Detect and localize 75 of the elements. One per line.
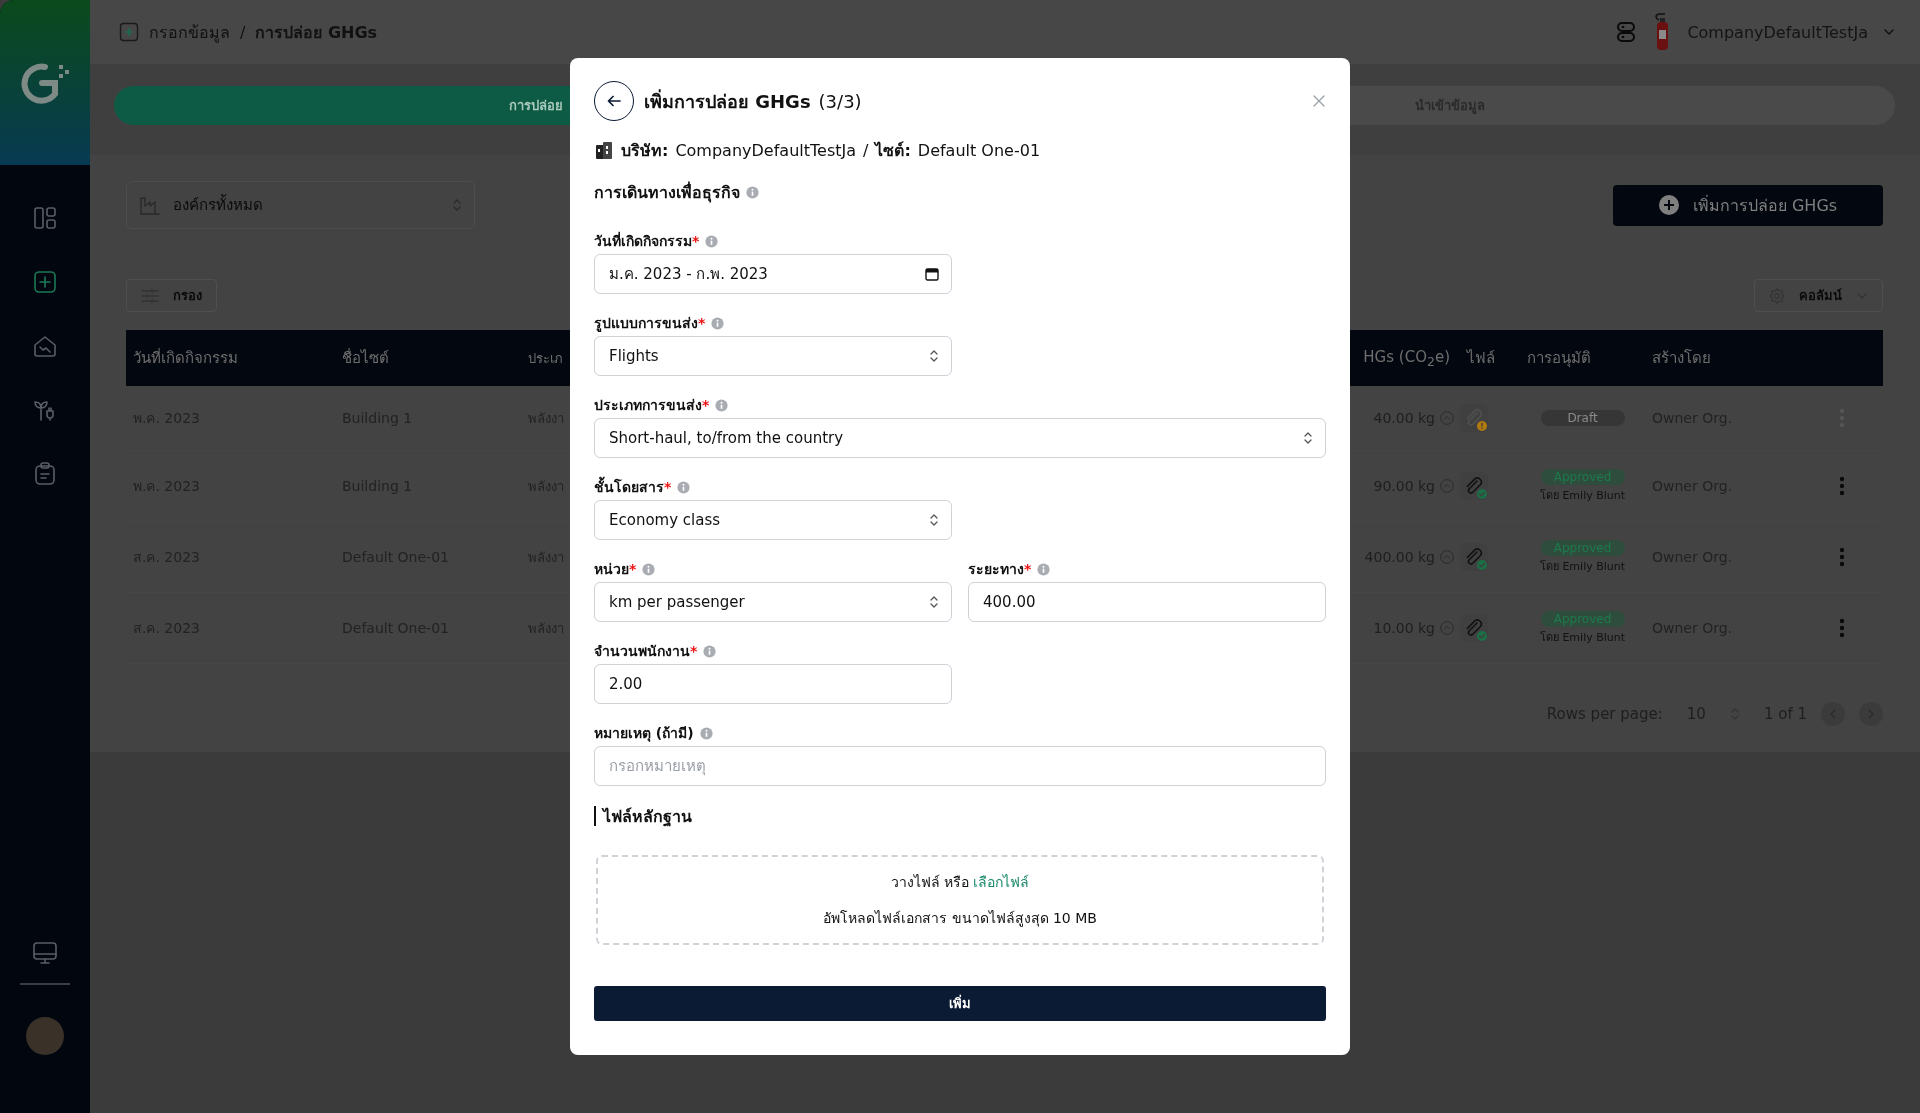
- separator-text: /: [863, 140, 869, 160]
- field-label: วันที่เกิดกิจกรรม*: [594, 230, 700, 251]
- more-icon[interactable]: [1838, 547, 1845, 567]
- back-button[interactable]: [594, 81, 634, 121]
- drop-text: วางไฟล์ หรือ เลือกไฟล์: [890, 873, 1030, 892]
- clipboard-icon[interactable]: [32, 461, 58, 487]
- field-label: หมายเหตุ (ถ้ามี): [594, 724, 694, 744]
- column-header: ประเภ: [527, 349, 564, 368]
- info-icon: [699, 726, 713, 740]
- company-name: CompanyDefaultTestJa: [675, 140, 856, 160]
- info-icon: [711, 316, 725, 330]
- column-header: การอนุมัติ: [1526, 348, 1592, 370]
- building-icon: [594, 140, 614, 160]
- field-label: ประเภทการขนส่ง*: [594, 396, 710, 415]
- field-label: หน่วย*: [594, 560, 637, 579]
- section-title: ไฟล์หลักฐาน: [594, 806, 1326, 826]
- input-field[interactable]: กรอกหมายเหตุ: [594, 746, 1326, 786]
- select-field[interactable]: Short-haul, to/from the country: [594, 418, 1326, 458]
- upload-hint: อัพโหลดไฟล์เอกสาร ขนาดไฟล์สูงสุด 10 MB: [823, 909, 1097, 929]
- field-label: ชั้นโดยสาร*: [594, 476, 672, 498]
- add-icon: [119, 22, 139, 42]
- more-icon[interactable]: [1838, 618, 1845, 638]
- arrow-left-icon: [606, 93, 622, 109]
- site-label: ไซต์:: [875, 139, 911, 162]
- column-header: ไฟล์: [1465, 348, 1496, 369]
- avatar[interactable]: [26, 1017, 64, 1055]
- browse-file-link[interactable]: เลือกไฟล์: [973, 874, 1030, 890]
- close-button[interactable]: [1312, 94, 1326, 108]
- field-label: ระยะทาง*: [968, 560, 1032, 579]
- info-icon: [705, 234, 719, 248]
- chevron-up-down-icon: [929, 349, 939, 363]
- date-field[interactable]: ม.ค. 2023 - ก.พ. 2023: [594, 254, 952, 294]
- add-icon[interactable]: [32, 269, 58, 295]
- close-icon: [1312, 94, 1326, 108]
- chevron-up-down-icon: [452, 198, 462, 212]
- add-emission-button[interactable]: เพิ่มการปล่อย GHGs: [1613, 184, 1883, 226]
- chevron-up-down-icon: [929, 513, 939, 527]
- breadcrumb-separator: /: [240, 22, 246, 42]
- select-field[interactable]: Flights: [594, 336, 952, 376]
- input-field[interactable]: 2.00: [594, 664, 952, 704]
- dashboard-icon[interactable]: [32, 205, 58, 231]
- select-field[interactable]: Economy class: [594, 500, 952, 540]
- chevron-up-down-icon: [929, 595, 939, 609]
- info-icon: [715, 398, 729, 412]
- field-label: จำนวนพนักงาน*: [594, 642, 698, 661]
- input-field[interactable]: 400.00: [968, 582, 1326, 622]
- info-icon: [642, 562, 656, 576]
- calendar-icon[interactable]: [925, 267, 939, 281]
- previous-page-button[interactable]: [1821, 702, 1845, 726]
- info-icon: [703, 644, 717, 658]
- column-header: HGs (CO$_{2}$e): [1362, 347, 1451, 369]
- submit-button[interactable]: เพิ่ม: [594, 986, 1326, 1021]
- select-field[interactable]: km per passenger: [594, 582, 952, 622]
- info-icon: [1037, 562, 1051, 576]
- file-drop-zone[interactable]: วางไฟล์ หรือ เลือกไฟล์ อัพโหลดไฟล์เอกสาร ขนาดไฟล์สูงสุด 10 MB: [596, 855, 1324, 945]
- next-page-button[interactable]: [1859, 702, 1883, 726]
- site-name: Default One-01: [917, 140, 1041, 160]
- company-label: บริษัท:: [621, 139, 669, 162]
- chevron-up-down-icon: [1303, 431, 1313, 445]
- modal-title: เพิ่มการปล่อย GHGs: [644, 88, 811, 114]
- column-header: สร้างโดย: [1651, 348, 1712, 369]
- more-icon[interactable]: [1838, 476, 1845, 496]
- chart-icon[interactable]: [32, 333, 58, 359]
- monitor-icon[interactable]: [32, 941, 58, 965]
- field-label: รูปแบบการขนส่ง*: [594, 314, 706, 334]
- info-icon: [746, 185, 759, 199]
- plus-circle-icon: [1658, 195, 1679, 215]
- status-badge: Draft: [1540, 410, 1625, 426]
- server-icon[interactable]: [1615, 21, 1638, 43]
- info-icon: [677, 480, 691, 494]
- column-header: ชื่อไซต์: [341, 347, 390, 369]
- column-header: วันที่เกิดกิจกรรม: [132, 347, 239, 369]
- section-title: การเดินทางเพื่อธุรกิจ: [594, 180, 740, 205]
- step-counter: (3/3): [818, 90, 862, 112]
- factory-icon: [139, 194, 161, 216]
